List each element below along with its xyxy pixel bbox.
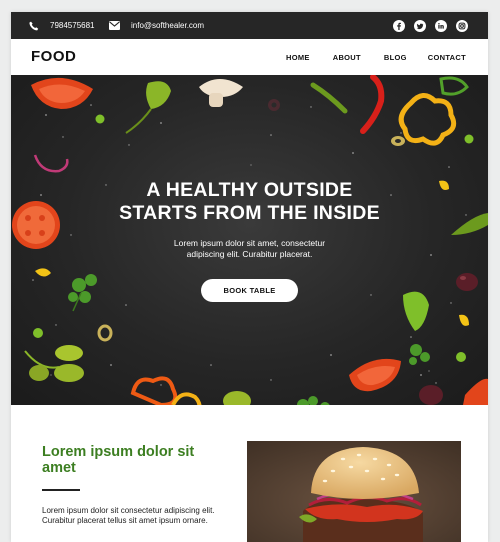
facebook-icon[interactable] xyxy=(393,19,405,32)
book-table-button[interactable]: BOOK TABLE xyxy=(201,279,298,302)
burger-image xyxy=(247,441,461,542)
hero-text-line-2: adipiscing elit. Curabitur placerat. xyxy=(186,249,313,259)
phone-number: 7984575681 xyxy=(50,21,95,30)
hero-title-line-1: A HEALTHY OUTSIDE xyxy=(146,179,353,201)
site-logo[interactable]: FOOD xyxy=(31,39,76,75)
title-divider xyxy=(42,489,80,491)
social-links xyxy=(393,19,468,32)
top-bar: 7984575681 info@softhealer.com xyxy=(11,12,488,39)
hero-description: Lorem ipsum dolor sit amet, consectetur … xyxy=(11,238,488,260)
nav-home[interactable]: HOME xyxy=(286,53,310,62)
mail-icon xyxy=(109,21,120,30)
nav-menu: HOME ABOUT BLOG CONTACT xyxy=(286,39,488,75)
instagram-icon[interactable] xyxy=(456,19,468,32)
hero-title-line-2: STARTS FROM THE INSIDE xyxy=(119,202,380,224)
nav-blog[interactable]: BLOG xyxy=(384,53,407,62)
hero-title: A HEALTHY OUTSIDE STARTS FROM THE INSIDE xyxy=(11,179,488,225)
about-section: Lorem ipsum dolor sit amet Lorem ipsum d… xyxy=(11,405,488,542)
phone-contact[interactable]: 7984575681 xyxy=(29,12,95,39)
hero-text-line-1: Lorem ipsum dolor sit amet, consectetur xyxy=(173,238,326,248)
section-text: Lorem ipsum dolor sit consectetur adipis… xyxy=(42,506,215,525)
phone-icon xyxy=(29,21,39,30)
nav-contact[interactable]: CONTACT xyxy=(428,53,466,62)
twitter-icon[interactable] xyxy=(414,19,426,32)
section-title: Lorem ipsum dolor sit amet xyxy=(42,444,195,476)
hero-banner: A HEALTHY OUTSIDE STARTS FROM THE INSIDE… xyxy=(11,75,488,405)
email-contact[interactable]: info@softhealer.com xyxy=(109,12,204,39)
linkedin-icon[interactable] xyxy=(435,19,447,32)
nav-about[interactable]: ABOUT xyxy=(333,53,361,62)
page-frame: 7984575681 info@softhealer.com FOOD HOME… xyxy=(11,12,488,542)
main-nav: FOOD HOME ABOUT BLOG CONTACT xyxy=(11,39,488,75)
email-address: info@softhealer.com xyxy=(131,21,205,30)
